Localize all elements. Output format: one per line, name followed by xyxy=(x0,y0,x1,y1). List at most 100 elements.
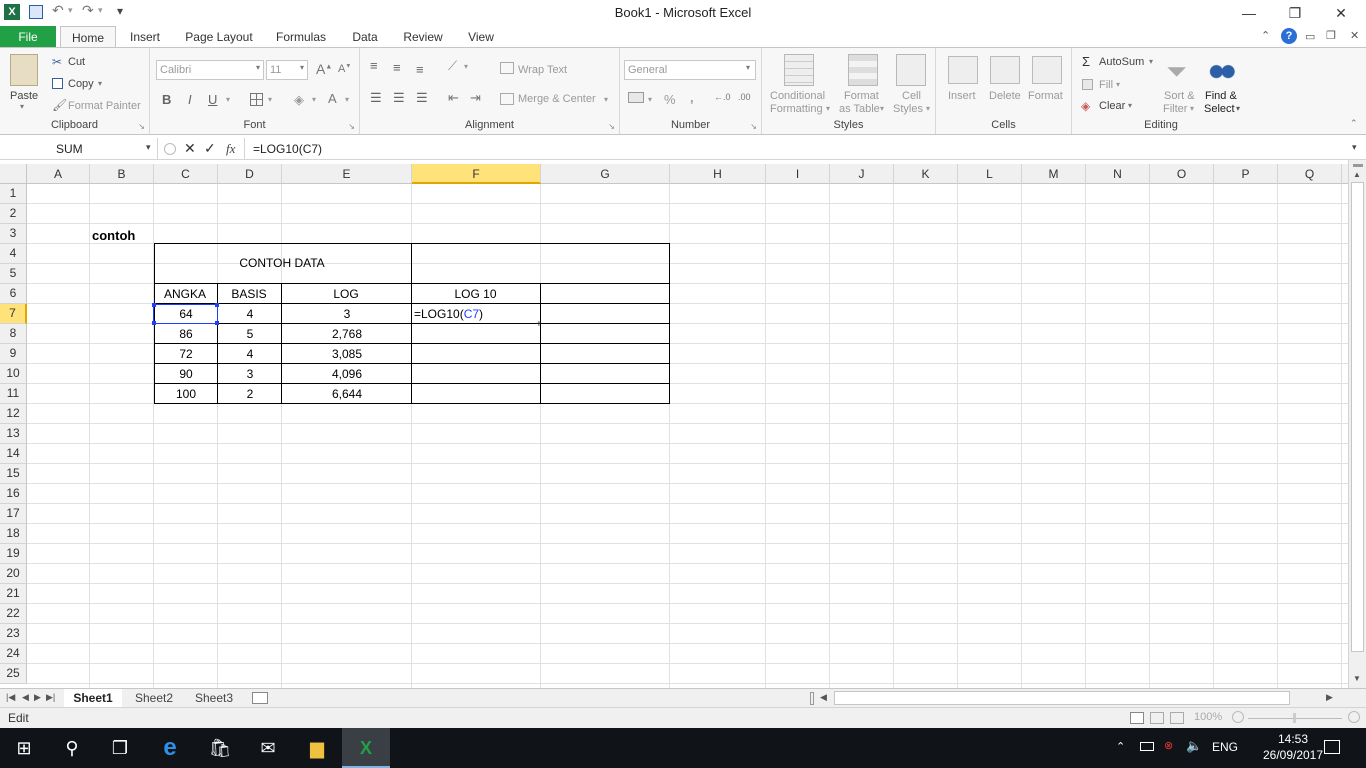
prev-sheet-icon[interactable]: ◀ xyxy=(22,692,29,703)
split-box-icon[interactable] xyxy=(1353,164,1363,167)
cut-icon[interactable]: ✂ xyxy=(52,55,62,69)
ribbon-collapse-icon[interactable]: ⌃ xyxy=(1350,118,1358,129)
wrap-text-icon[interactable] xyxy=(500,62,514,74)
underline-button[interactable]: U xyxy=(208,92,217,107)
format-painter-icon[interactable]: 🖌 xyxy=(52,98,67,112)
cell-styles-button[interactable]: Cell xyxy=(902,90,921,102)
tab-data[interactable]: Data xyxy=(344,26,386,48)
row-header-1[interactable]: 1 xyxy=(0,184,27,204)
row-header-3[interactable]: 3 xyxy=(0,224,27,244)
align-right-icon[interactable]: ☰ xyxy=(416,90,428,106)
column-header-h[interactable]: H xyxy=(670,164,766,184)
sheet-tab-3[interactable]: Sheet3 xyxy=(186,689,242,709)
clear-icon[interactable]: ◈ xyxy=(1081,99,1090,113)
ref-handle-bl[interactable] xyxy=(152,321,156,325)
header-basis[interactable]: BASIS xyxy=(217,285,281,304)
cell-b3[interactable]: contoh xyxy=(92,226,135,245)
column-header-g[interactable]: G xyxy=(541,164,670,184)
column-header-e[interactable]: E xyxy=(282,164,412,184)
data-cell-r10-d[interactable]: 3 xyxy=(218,365,282,384)
file-explorer-icon[interactable]: ▆ xyxy=(293,728,341,768)
row-header-21[interactable]: 21 xyxy=(0,584,27,604)
alignment-launcher-icon[interactable]: ↘ xyxy=(608,122,615,131)
decrease-indent-icon[interactable]: ⇤ xyxy=(448,90,459,106)
new-sheet-icon[interactable] xyxy=(252,692,268,704)
workbook-restore-icon[interactable]: ❐ xyxy=(1326,29,1336,42)
column-header-a[interactable]: A xyxy=(27,164,90,184)
data-cell-r10-c[interactable]: 90 xyxy=(154,365,218,384)
clipboard-launcher-icon[interactable]: ↘ xyxy=(138,122,145,131)
file-tab[interactable]: File xyxy=(0,26,56,48)
scroll-up-icon[interactable]: ▲ xyxy=(1353,170,1361,179)
merge-center-icon[interactable] xyxy=(500,93,514,105)
align-left-icon[interactable]: ☰ xyxy=(370,90,382,106)
last-sheet-icon[interactable]: ▶| xyxy=(46,692,55,703)
mail-icon[interactable]: ✉ xyxy=(244,728,292,768)
align-middle-icon[interactable]: ≡ xyxy=(393,60,401,75)
first-sheet-icon[interactable]: |◀ xyxy=(6,692,15,703)
orientation-dropdown-icon[interactable]: ▾ xyxy=(464,62,468,71)
format-cells-icon[interactable] xyxy=(1032,56,1062,84)
data-cell-r10-e[interactable]: 4,096 xyxy=(282,365,412,384)
fill-color-icon[interactable]: ◈ xyxy=(294,92,304,108)
paste-icon[interactable] xyxy=(10,54,38,86)
delete-cells-button[interactable]: Delete xyxy=(989,90,1021,102)
row-header-11[interactable]: 11 xyxy=(0,384,27,404)
paste-button[interactable]: Paste xyxy=(10,90,38,102)
data-cell-r11-d[interactable]: 2 xyxy=(218,385,282,404)
column-header-n[interactable]: N xyxy=(1086,164,1150,184)
autosum-icon[interactable]: Σ xyxy=(1082,54,1090,69)
data-cell-r11-c[interactable]: 100 xyxy=(154,385,218,404)
increase-indent-icon[interactable]: ⇥ xyxy=(470,90,481,106)
normal-view-icon[interactable] xyxy=(1130,712,1144,724)
align-top-icon[interactable]: ≡ xyxy=(370,58,378,73)
autosum-button[interactable]: AutoSum xyxy=(1099,56,1144,68)
number-format-dropdown-icon[interactable]: ▾ xyxy=(746,63,750,72)
column-header-o[interactable]: O xyxy=(1150,164,1214,184)
increase-decimal-icon[interactable]: ←.0 xyxy=(714,92,731,102)
row-header-15[interactable]: 15 xyxy=(0,464,27,484)
vertical-scrollbar[interactable]: ▲ ▼ xyxy=(1348,160,1366,688)
workbook-close-icon[interactable]: ✕ xyxy=(1350,29,1359,42)
row-header-9[interactable]: 9 xyxy=(0,344,27,364)
column-header-b[interactable]: B xyxy=(90,164,154,184)
zoom-out-icon[interactable] xyxy=(1232,711,1244,723)
row-header-19[interactable]: 19 xyxy=(0,544,27,564)
select-all-corner[interactable] xyxy=(0,164,27,184)
edge-browser-icon[interactable]: e xyxy=(146,728,194,768)
sort-dropdown-icon[interactable]: ▾ xyxy=(1190,104,1194,113)
close-button[interactable]: ✕ xyxy=(1318,0,1364,26)
show-hidden-icons[interactable]: ⌃ xyxy=(1116,740,1125,753)
data-cell-r8-e[interactable]: 2,768 xyxy=(282,325,412,344)
copy-dropdown-icon[interactable]: ▾ xyxy=(98,79,102,88)
sort-filter-button[interactable]: Sort & xyxy=(1164,90,1195,102)
tab-insert[interactable]: Insert xyxy=(120,26,170,48)
conditional-formatting-button[interactable]: Conditional xyxy=(770,90,825,102)
decrease-decimal-icon[interactable]: .00 xyxy=(738,92,751,102)
data-cell-r9-c[interactable]: 72 xyxy=(154,345,218,364)
worksheet-grid[interactable]: ABCDEFGHIJKLMNOPQR 123456789101112131415… xyxy=(0,164,1348,688)
header-log[interactable]: LOG xyxy=(281,285,411,304)
clear-dropdown-icon[interactable]: ▾ xyxy=(1128,101,1132,110)
tab-view[interactable]: View xyxy=(458,26,504,48)
copy-button[interactable]: Copy xyxy=(68,78,94,90)
tab-review[interactable]: Review xyxy=(396,26,450,48)
scroll-right-icon[interactable]: ▶ xyxy=(1326,692,1333,703)
row-header-5[interactable]: 5 xyxy=(0,264,27,284)
tab-home[interactable]: Home xyxy=(60,26,116,48)
font-name-dropdown-icon[interactable]: ▾ xyxy=(256,63,260,72)
data-cell-r8-d[interactable]: 5 xyxy=(218,325,282,344)
action-center-icon[interactable] xyxy=(1324,740,1340,754)
tab-formulas[interactable]: Formulas xyxy=(268,26,334,48)
cell-styles-icon[interactable] xyxy=(896,54,926,86)
insert-cells-button[interactable]: Insert xyxy=(948,90,976,102)
row-header-17[interactable]: 17 xyxy=(0,504,27,524)
fill-icon[interactable] xyxy=(1082,79,1093,90)
number-launcher-icon[interactable]: ↘ xyxy=(750,122,757,131)
row-header-14[interactable]: 14 xyxy=(0,444,27,464)
enter-entry-icon[interactable]: ✓ xyxy=(204,140,216,157)
borders-dropdown-icon[interactable]: ▾ xyxy=(268,95,272,104)
vertical-scroll-thumb[interactable] xyxy=(1351,182,1364,652)
workbook-minimize-icon[interactable]: ▭ xyxy=(1305,30,1315,43)
format-cells-button[interactable]: Format xyxy=(1028,90,1063,102)
